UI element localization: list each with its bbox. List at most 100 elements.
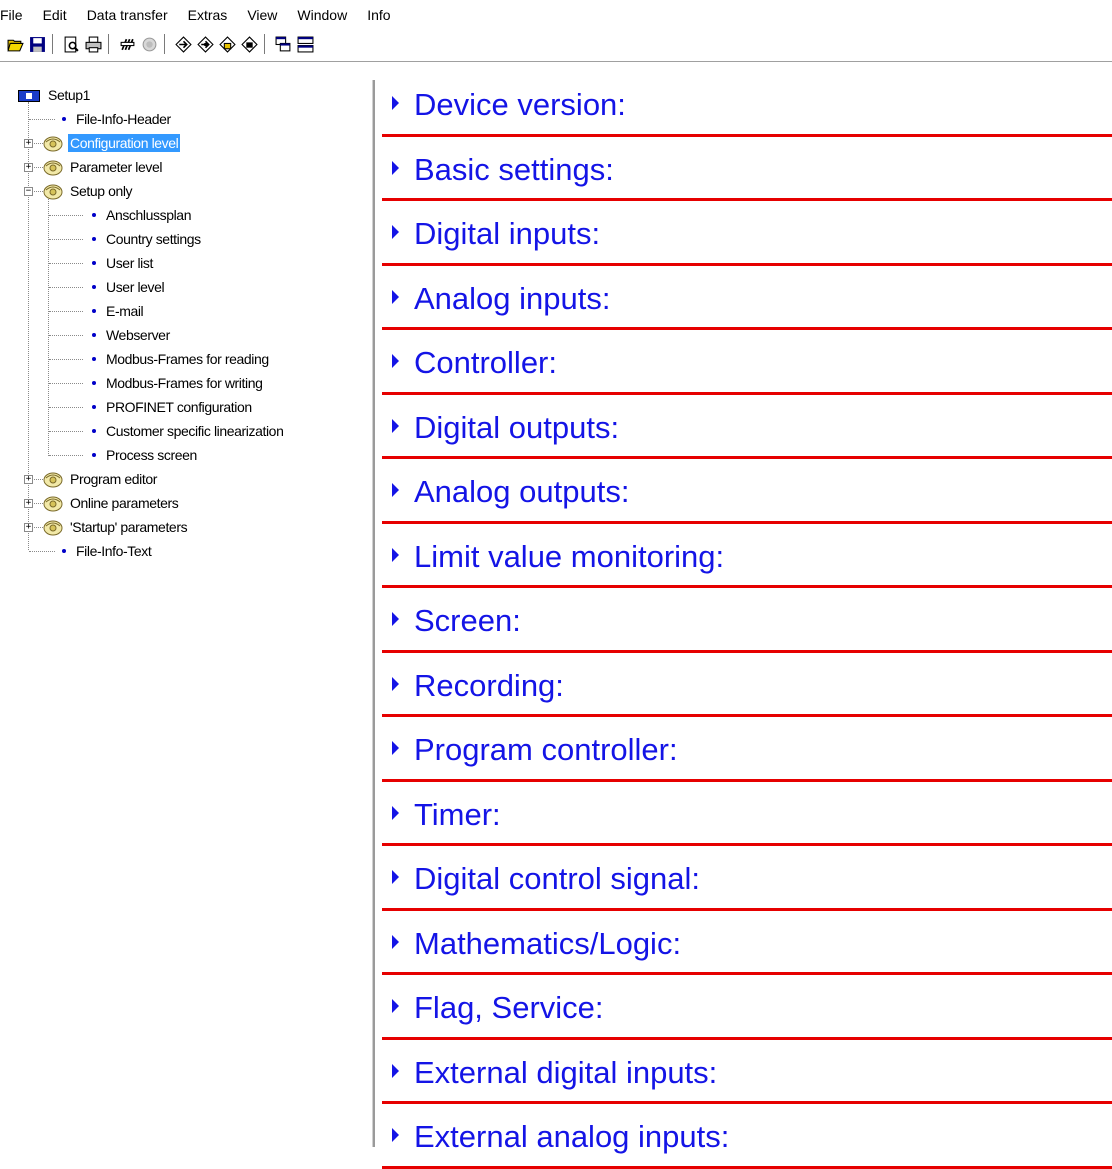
menu-edit[interactable]: Edit [38,7,72,23]
section-screen[interactable]: Screen: [376,588,1112,653]
tree-item-profinet-configuration[interactable]: PROFINET configuration [92,396,254,418]
section-recording[interactable]: Recording: [376,653,1112,717]
section-title[interactable]: Digital outputs: [414,410,619,446]
tree-item-online-parameters[interactable]: Online parameters [42,492,180,514]
tree-item-customer-specific-linearization[interactable]: Customer specific linearization [92,420,285,442]
menu-extras[interactable]: Extras [183,7,233,23]
expand-triangle-icon[interactable] [392,870,399,884]
menu-data-transfer[interactable]: Data transfer [82,7,173,23]
section-mathematics-logic[interactable]: Mathematics/Logic: [376,911,1112,975]
expand-icon[interactable]: + [24,499,33,508]
print-icon[interactable] [84,35,102,53]
tree-item-parameter-level[interactable]: Parameter level [42,156,164,178]
tree-item-file-info-header[interactable]: File-Info-Header [62,108,173,130]
expand-icon[interactable]: + [24,163,33,172]
tile-windows-icon[interactable] [296,35,314,53]
expand-triangle-icon[interactable] [392,1063,399,1078]
expand-triangle-icon[interactable] [392,225,399,239]
section-title[interactable]: Limit value monitoring: [414,539,724,575]
tree-item-e-mail[interactable]: E-mail [92,300,145,322]
section-digital-outputs[interactable]: Digital outputs: [376,395,1112,459]
transfer-to-device-icon[interactable] [174,35,192,53]
leaf-bullet-icon [62,117,66,121]
tree-item-process-screen[interactable]: Process screen [92,444,199,466]
expand-icon[interactable]: + [24,475,33,484]
section-title[interactable]: Analog outputs: [414,474,629,510]
menu-file[interactable]: File [0,7,28,23]
section-analog-outputs[interactable]: Analog outputs: [376,459,1112,524]
tree-item-modbus-frames-for-reading[interactable]: Modbus-Frames for reading [92,348,271,370]
cascade-windows-icon[interactable] [274,35,292,53]
tree-item-configuration-level[interactable]: Configuration level [42,132,181,154]
section-title[interactable]: Device version: [414,87,626,123]
section-title[interactable]: Screen: [414,603,521,639]
tree-item-setup-only[interactable]: Setup only [42,180,134,202]
section-title[interactable]: Basic settings: [414,152,614,188]
section-title[interactable]: Analog inputs: [414,281,610,317]
section-digital-control-signal[interactable]: Digital control signal: [376,846,1112,911]
expand-triangle-icon[interactable] [392,96,399,110]
expand-triangle-icon[interactable] [392,999,399,1013]
tree-item-anschlussplan[interactable]: Anschlussplan [92,204,193,226]
expand-icon[interactable]: + [24,523,33,532]
pane-splitter[interactable] [372,80,375,1147]
menu-window[interactable]: Window [292,7,352,23]
section-title[interactable]: Controller: [414,345,557,381]
section-program-controller[interactable]: Program controller: [376,717,1112,782]
collapse-icon[interactable]: − [24,187,33,196]
tree-item-label: Anschlussplan [106,207,192,223]
expand-triangle-icon[interactable] [392,547,399,562]
open-icon[interactable] [6,35,24,53]
tree-item-webserver[interactable]: Webserver [92,324,172,346]
tree-item-user-list[interactable]: User list [92,252,155,274]
tree-item-startup-parameters[interactable]: 'Startup' parameters [42,516,189,538]
section-controller[interactable]: Controller: [376,330,1112,395]
expand-triangle-icon[interactable] [392,354,399,368]
section-title[interactable]: Mathematics/Logic: [414,926,681,962]
section-external-digital-inputs[interactable]: External digital inputs: [376,1040,1112,1104]
section-analog-inputs[interactable]: Analog inputs: [376,266,1112,330]
section-title[interactable]: Timer: [414,797,501,833]
print-preview-icon[interactable] [62,35,80,53]
tree-item-user-level[interactable]: User level [92,276,166,298]
expand-triangle-icon[interactable] [392,934,399,949]
section-timer[interactable]: Timer: [376,782,1112,846]
upload-icon[interactable] [218,35,236,53]
section-external-analog-inputs[interactable]: External analog inputs: [376,1104,1112,1169]
leaf-bullet-icon [92,381,96,385]
section-title[interactable]: Flag, Service: [414,990,604,1026]
tree-item-modbus-frames-for-writing[interactable]: Modbus-Frames for writing [92,372,265,394]
tree-item-file-info-text[interactable]: File-Info-Text [62,540,153,562]
section-limit-value-monitoring[interactable]: Limit value monitoring: [376,524,1112,588]
save-icon[interactable] [28,35,46,53]
section-title[interactable]: Recording: [414,668,564,704]
expand-triangle-icon[interactable] [392,289,399,304]
tree-item-country-settings[interactable]: Country settings [92,228,203,250]
tree-connector [48,192,50,456]
section-device-version[interactable]: Device version: [376,72,1112,137]
expand-triangle-icon[interactable] [392,805,399,820]
disabled-icon[interactable] [140,35,158,53]
section-title[interactable]: Program controller: [414,732,678,768]
section-flag-service[interactable]: Flag, Service: [376,975,1112,1040]
link-icon[interactable] [118,35,136,53]
section-title[interactable]: Digital inputs: [414,216,600,252]
section-title[interactable]: External analog inputs: [414,1119,729,1155]
expand-triangle-icon[interactable] [392,612,399,626]
download-icon[interactable] [240,35,258,53]
tree-item-program-editor[interactable]: Program editor [42,468,159,490]
expand-triangle-icon[interactable] [392,418,399,433]
menu-info[interactable]: Info [362,7,395,23]
expand-triangle-icon[interactable] [392,483,399,497]
expand-triangle-icon[interactable] [392,160,399,175]
section-digital-inputs[interactable]: Digital inputs: [376,201,1112,266]
transfer-from-device-icon[interactable] [196,35,214,53]
expand-icon[interactable]: + [24,139,33,148]
menu-view[interactable]: View [242,7,282,23]
expand-triangle-icon[interactable] [392,1128,399,1142]
expand-triangle-icon[interactable] [392,676,399,691]
section-title[interactable]: Digital control signal: [414,861,700,897]
section-basic-settings[interactable]: Basic settings: [376,137,1112,201]
section-title[interactable]: External digital inputs: [414,1055,717,1091]
expand-triangle-icon[interactable] [392,741,399,755]
